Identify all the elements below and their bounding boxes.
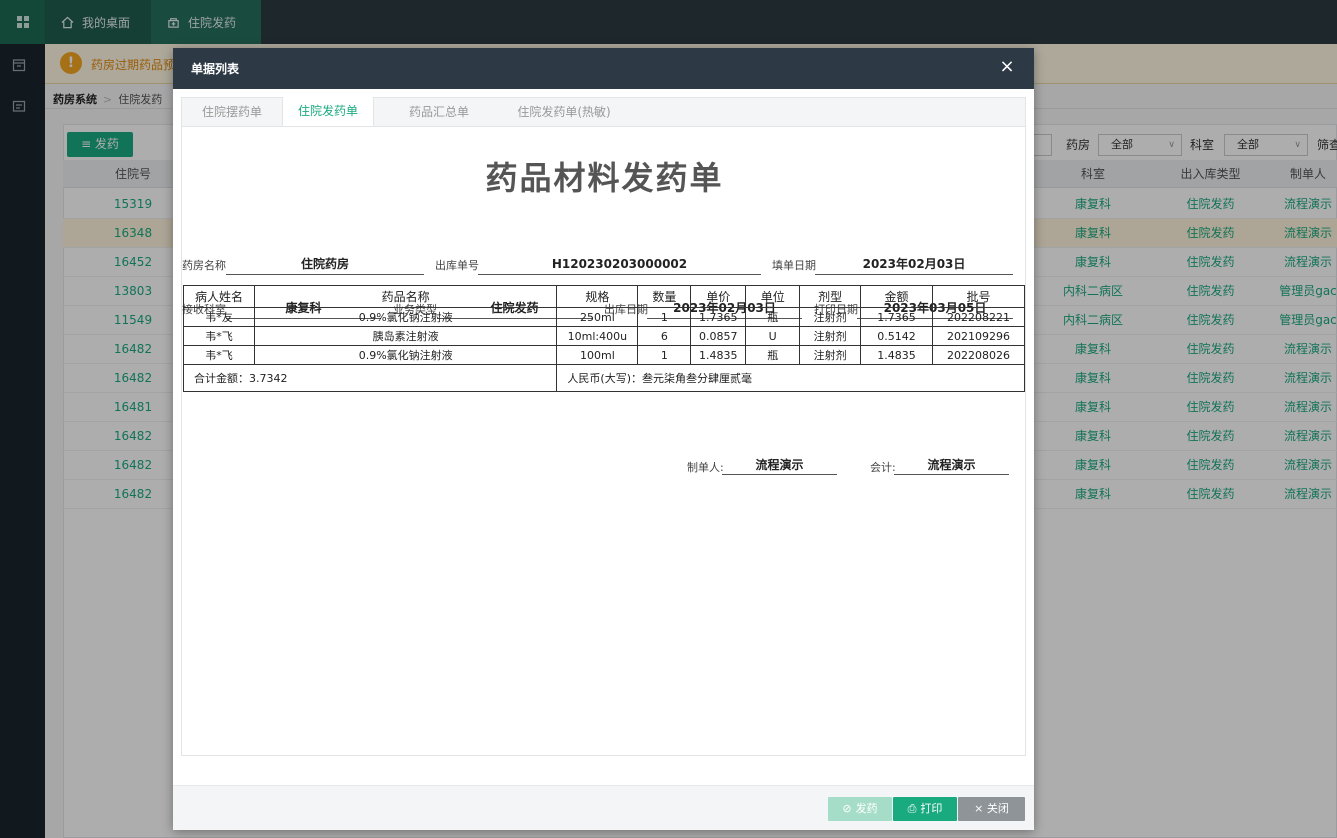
table-row: 韦*飞 0.9%氯化钠注射液 100ml 1 1.4835 瓶注射剂 1.4835 20220… <box>183 345 1026 365</box>
table-cell: 韦*飞 <box>183 326 255 346</box>
table-cell: 1 <box>637 307 692 327</box>
issue-button-label: 发药 <box>855 802 878 815</box>
accountant-value: 流程演示 <box>894 457 1009 475</box>
accountant-label: 会计: <box>870 461 896 474</box>
column-header: 金额 <box>860 285 933 308</box>
total-amount-text: 合计金额：3.7342 <box>194 372 288 385</box>
rmb-amount: 人民币(大写)：叁元柒角叁分肆厘贰毫 <box>556 364 1025 392</box>
tab-dispensing-slip[interactable]: 住院摆药单 <box>182 98 282 127</box>
document-tabs: 住院摆药单 住院发药单 药品汇总单 住院发药单(热敏) <box>181 97 1026 127</box>
disabled-icon: ⊘ <box>842 802 852 815</box>
document-title: 药品材料发药单 <box>485 159 724 197</box>
outbound-no-label: 出库单号 <box>435 259 479 272</box>
table-cell: 注射剂 <box>799 345 862 365</box>
column-header: 单价 <box>690 285 747 308</box>
table-cell: 瓶 <box>745 345 801 365</box>
table-header-row: 病人姓名 药品名称 规格 数量 单价 单位 剂型 金额 批号 <box>183 285 1026 308</box>
table-cell: 10ml:400u <box>556 326 639 346</box>
total-row: 合计金额：3.7342 人民币(大写)：叁元柒角叁分肆厘贰毫 <box>182 364 1025 392</box>
dialog-footer: ⊘ 发药 ⎙ 打印 × 关闭 <box>173 785 1034 830</box>
table-cell: 胰岛素注射液 <box>253 326 558 346</box>
rmb-amount-text: 人民币(大写)：叁元柒角叁分肆厘贰毫 <box>567 372 753 385</box>
drug-items-table: 病人姓名 药品名称 规格 数量 单价 单位 剂型 金额 批号 韦*友 0.9%氯化钠注射液 250m… <box>182 285 1026 392</box>
column-header: 剂型 <box>799 285 862 308</box>
table-body: 韦*友 0.9%氯化钠注射液 250ml 1 1.7365 瓶注射剂 1.7365 20220… <box>183 307 1026 365</box>
print-button[interactable]: ⎙ 打印 <box>893 797 957 821</box>
table-cell: U <box>745 326 801 346</box>
table-cell: 1.4835 <box>690 345 747 365</box>
printer-icon: ⎙ <box>907 802 917 815</box>
dialog-title: 单据列表 <box>191 62 240 76</box>
table-cell: 1.7365 <box>690 307 747 327</box>
fill-date-label: 填单日期 <box>772 259 816 272</box>
table-cell: 250ml <box>556 307 639 327</box>
table-cell: 1.4835 <box>860 345 933 365</box>
column-header: 规格 <box>556 285 639 308</box>
table-cell: 注射剂 <box>799 307 862 327</box>
table-cell: 202208221 <box>931 307 1026 327</box>
table-cell: 0.5142 <box>860 326 933 346</box>
issue-button[interactable]: ⊘ 发药 <box>828 797 892 821</box>
column-header: 病人姓名 <box>183 285 255 308</box>
outbound-no-value: H120230203000002 <box>478 255 761 275</box>
maker-label: 制单人: <box>687 461 724 474</box>
table-cell: 0.9%氯化钠注射液 <box>253 307 558 327</box>
table-cell: 100ml <box>556 345 639 365</box>
tab-drug-summary[interactable]: 药品汇总单 <box>390 98 488 127</box>
table-cell: 1.7365 <box>860 307 933 327</box>
table-cell: 6 <box>637 326 692 346</box>
column-header: 数量 <box>637 285 692 308</box>
maker-value: 流程演示 <box>722 457 837 475</box>
column-header: 单位 <box>745 285 801 308</box>
tab-issue-slip-thermal[interactable]: 住院发药单(热敏) <box>498 98 630 127</box>
print-button-label: 打印 <box>920 802 943 815</box>
table-cell: 瓶 <box>745 307 801 327</box>
table-cell: 202109296 <box>931 326 1026 346</box>
table-row: 韦*飞 胰岛素注射液 10ml:400u 6 0.0857 U 注射剂 0.5142 20210… <box>183 326 1026 346</box>
table-cell: 韦*飞 <box>183 345 255 365</box>
table-cell: 1 <box>637 345 692 365</box>
document-preview: 药品材料发药单 药房名称 住院药房 出库单号 H120230203000002 … <box>181 126 1026 756</box>
table-cell: 0.0857 <box>690 326 747 346</box>
close-button[interactable]: × 关闭 <box>958 797 1025 821</box>
total-amount: 合计金额：3.7342 <box>182 364 558 392</box>
column-header: 批号 <box>931 285 1026 308</box>
pharmacy-name-label: 药房名称 <box>182 259 226 272</box>
pharmacy-name-value: 住院药房 <box>226 255 424 275</box>
column-header: 药品名称 <box>253 285 558 308</box>
table-cell: 202208026 <box>931 345 1026 365</box>
table-cell: 韦*友 <box>183 307 255 327</box>
tab-issue-slip[interactable]: 住院发药单 <box>282 97 374 127</box>
table-row: 韦*友 0.9%氯化钠注射液 250ml 1 1.7365 瓶注射剂 1.7365 20220… <box>183 307 1026 327</box>
document-list-dialog: 单据列表 × 住院摆药单 住院发药单 药品汇总单 住院发药单(热敏) 药品材料发… <box>173 48 1034 830</box>
table-cell: 注射剂 <box>799 326 862 346</box>
fill-date-value: 2023年02月03日 <box>815 255 1013 275</box>
dialog-header: 单据列表 × <box>173 48 1034 89</box>
close-icon[interactable]: × <box>996 56 1018 78</box>
table-cell: 0.9%氯化钠注射液 <box>253 345 558 365</box>
